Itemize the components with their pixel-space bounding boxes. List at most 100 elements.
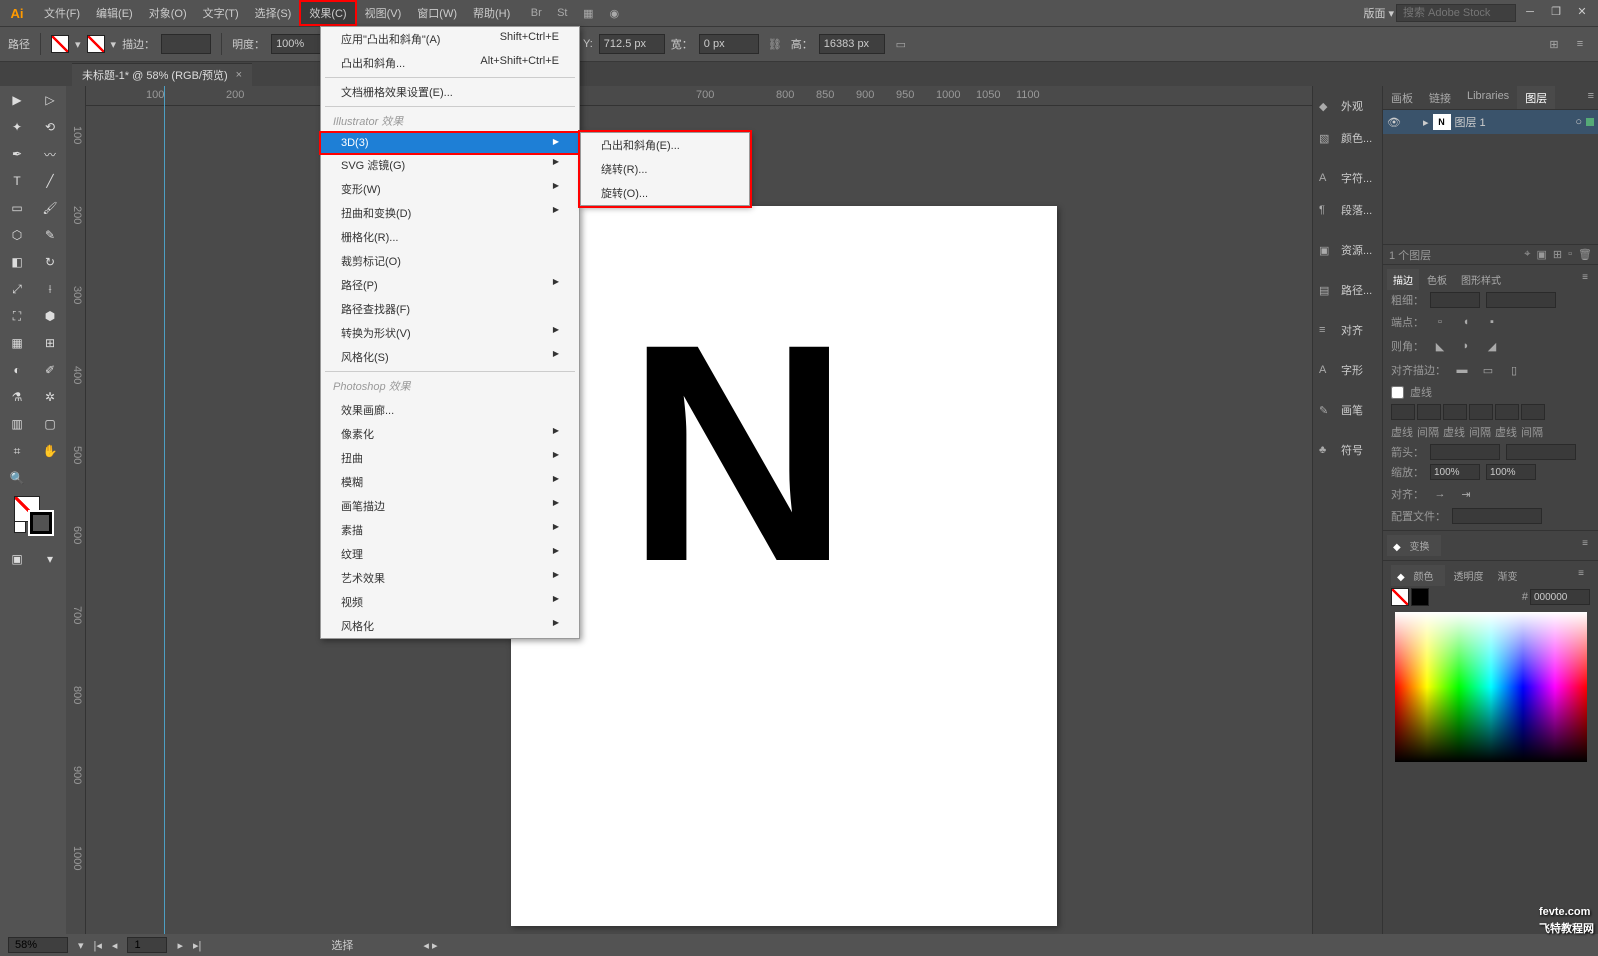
slice-tool[interactable]: ⌗ bbox=[1, 438, 33, 464]
scale-end-field[interactable] bbox=[1486, 464, 1536, 480]
gpu-icon[interactable]: ◉ bbox=[606, 5, 622, 21]
window-minimize-icon[interactable]: ─ bbox=[1518, 4, 1542, 22]
wand-tool[interactable]: ✦ bbox=[1, 114, 33, 140]
new-layer-icon[interactable]: ▫ bbox=[1568, 248, 1572, 261]
corner-bevel-icon[interactable]: ◢ bbox=[1482, 336, 1502, 356]
color-stroke-swatch[interactable] bbox=[1411, 588, 1429, 606]
menu-extrude-bevel-last[interactable]: 凸出和斜角...Alt+Shift+Ctrl+E bbox=[321, 51, 579, 75]
menu-pathfinder[interactable]: 路径查找器(F) bbox=[321, 297, 579, 321]
link-wh-icon[interactable]: ⛓ bbox=[765, 34, 785, 54]
menu-effect[interactable]: 效果(C) bbox=[299, 0, 356, 26]
menu-view[interactable]: 视图(V) bbox=[357, 0, 410, 26]
gradient-tool[interactable]: ◐ bbox=[1, 357, 33, 383]
brush-tool[interactable]: 🖌 bbox=[34, 195, 66, 221]
zoom-dropdown-icon[interactable]: ▾ bbox=[78, 939, 84, 952]
edit-mode-tool[interactable]: ▾ bbox=[34, 546, 66, 572]
status-scroll-icon[interactable]: ◂ ▸ bbox=[423, 939, 437, 952]
window-close-icon[interactable]: ✕ bbox=[1570, 4, 1594, 22]
menu-effect-gallery[interactable]: 效果画廊... bbox=[321, 398, 579, 422]
menu-stylize-ps[interactable]: 风格化 bbox=[321, 614, 579, 638]
layer-row[interactable]: 👁 ▸ N 图层 1 ○ bbox=[1383, 110, 1598, 134]
dash-field-2[interactable] bbox=[1443, 404, 1467, 420]
zoom-field[interactable] bbox=[8, 937, 68, 953]
gap-field-3[interactable] bbox=[1521, 404, 1545, 420]
stock-icon[interactable]: St bbox=[554, 5, 570, 21]
artboard-nav-first-icon[interactable]: |◂ bbox=[94, 939, 102, 952]
y-field[interactable] bbox=[599, 34, 665, 54]
panel-color-guide[interactable]: ▧颜色... bbox=[1313, 122, 1382, 154]
arrow-end[interactable] bbox=[1506, 444, 1576, 460]
dash-field-3[interactable] bbox=[1495, 404, 1519, 420]
w-field[interactable] bbox=[699, 34, 759, 54]
menu-doc-raster[interactable]: 文档栅格效果设置(E)... bbox=[321, 80, 579, 104]
line-tool[interactable]: ╱ bbox=[34, 168, 66, 194]
menu-crop-marks[interactable]: 裁剪标记(O) bbox=[321, 249, 579, 273]
h-field[interactable] bbox=[819, 34, 885, 54]
menu-distort[interactable]: 扭曲和变换(D) bbox=[321, 201, 579, 225]
tab-artboards[interactable]: 画板 bbox=[1383, 86, 1421, 109]
panel-menu-icon[interactable]: ≡ bbox=[1576, 269, 1594, 290]
weight-field[interactable] bbox=[1430, 292, 1480, 308]
align-arrow-2-icon[interactable]: ⇥ bbox=[1456, 484, 1476, 504]
submenu-revolve[interactable]: 绕转(R)... bbox=[581, 157, 749, 181]
artboard-nav-last-icon[interactable]: ▸| bbox=[193, 939, 201, 952]
artboard-nav-prev-icon[interactable]: ◂ bbox=[112, 939, 118, 952]
panel-character[interactable]: A字符... bbox=[1313, 162, 1382, 194]
menu-select[interactable]: 选择(S) bbox=[247, 0, 300, 26]
eyedropper-tool[interactable]: ✐ bbox=[34, 357, 66, 383]
screen-mode-tool[interactable]: ▣ bbox=[1, 546, 33, 572]
trash-icon[interactable]: 🗑 bbox=[1578, 248, 1592, 261]
tab-swatches[interactable]: 色板 bbox=[1421, 269, 1453, 290]
dash-field[interactable] bbox=[1391, 404, 1415, 420]
perspective-tool[interactable]: ▦ bbox=[1, 330, 33, 356]
menu-help[interactable]: 帮助(H) bbox=[465, 0, 518, 26]
panel-pathfinder[interactable]: ▤路径... bbox=[1313, 274, 1382, 306]
menu-3d[interactable]: 3D(3) bbox=[321, 133, 579, 153]
color-fill-swatch[interactable] bbox=[1391, 588, 1409, 606]
opacity-field[interactable] bbox=[271, 34, 321, 54]
symbol-tool[interactable]: ✲ bbox=[34, 384, 66, 410]
zoom-tool[interactable]: 🔍 bbox=[1, 465, 33, 491]
free-transform-tool[interactable]: ⛶ bbox=[1, 303, 33, 329]
menu-brush-strokes[interactable]: 画笔描边 bbox=[321, 494, 579, 518]
rect-tool[interactable]: ▭ bbox=[1, 195, 33, 221]
guide-line[interactable] bbox=[164, 86, 165, 934]
dash-checkbox[interactable] bbox=[1391, 386, 1404, 399]
gap-field[interactable] bbox=[1417, 404, 1441, 420]
menu-object[interactable]: 对象(O) bbox=[141, 0, 195, 26]
panel-menu-icon[interactable]: ≡ bbox=[1570, 34, 1590, 54]
hex-field[interactable] bbox=[1530, 589, 1590, 605]
stroke-weight-field[interactable] bbox=[161, 34, 211, 54]
shape-icon[interactable]: ▭ bbox=[891, 34, 911, 54]
tab-transform[interactable]: ◆ 变换 bbox=[1387, 535, 1441, 556]
search-stock-input[interactable] bbox=[1396, 4, 1516, 22]
lasso-tool[interactable]: ⟲ bbox=[34, 114, 66, 140]
window-restore-icon[interactable]: ❐ bbox=[1544, 4, 1568, 22]
menu-type[interactable]: 文字(T) bbox=[195, 0, 247, 26]
menu-pixelate[interactable]: 像素化 bbox=[321, 422, 579, 446]
pen-tool[interactable]: ✒ bbox=[1, 141, 33, 167]
width-tool[interactable]: ⟊ bbox=[34, 276, 66, 302]
cap-round-icon[interactable]: ◖ bbox=[1456, 312, 1476, 332]
scale-start-field[interactable] bbox=[1430, 464, 1480, 480]
rotate-tool[interactable]: ↻ bbox=[34, 249, 66, 275]
panel-asset[interactable]: ▣资源... bbox=[1313, 234, 1382, 266]
menu-distort-ps[interactable]: 扭曲 bbox=[321, 446, 579, 470]
fill-stroke-widget[interactable] bbox=[14, 496, 54, 536]
tab-transparency[interactable]: 透明度 bbox=[1447, 565, 1489, 586]
stroke-swatch[interactable] bbox=[87, 35, 105, 53]
shaper-tool[interactable]: ⬡ bbox=[1, 222, 33, 248]
menu-rasterize[interactable]: 栅格化(R)... bbox=[321, 225, 579, 249]
eraser-tool[interactable]: ◧ bbox=[1, 249, 33, 275]
mesh-tool[interactable]: ⊞ bbox=[34, 330, 66, 356]
weight-dropdown[interactable] bbox=[1486, 292, 1556, 308]
arrow-start[interactable] bbox=[1430, 444, 1500, 460]
align-inside-icon[interactable]: ▭ bbox=[1478, 360, 1498, 380]
canvas[interactable]: 100200 500700 800850 900950 10001050 110… bbox=[86, 86, 1312, 934]
cap-butt-icon[interactable]: ▫ bbox=[1430, 312, 1450, 332]
cap-square-icon[interactable]: ▪ bbox=[1482, 312, 1502, 332]
new-sub-icon[interactable]: ⊞ bbox=[1553, 248, 1562, 261]
text-object-n[interactable]: N bbox=[626, 321, 845, 585]
workspace-switcher[interactable]: 版面 bbox=[1363, 5, 1394, 21]
bridge-icon[interactable]: Br bbox=[528, 5, 544, 21]
